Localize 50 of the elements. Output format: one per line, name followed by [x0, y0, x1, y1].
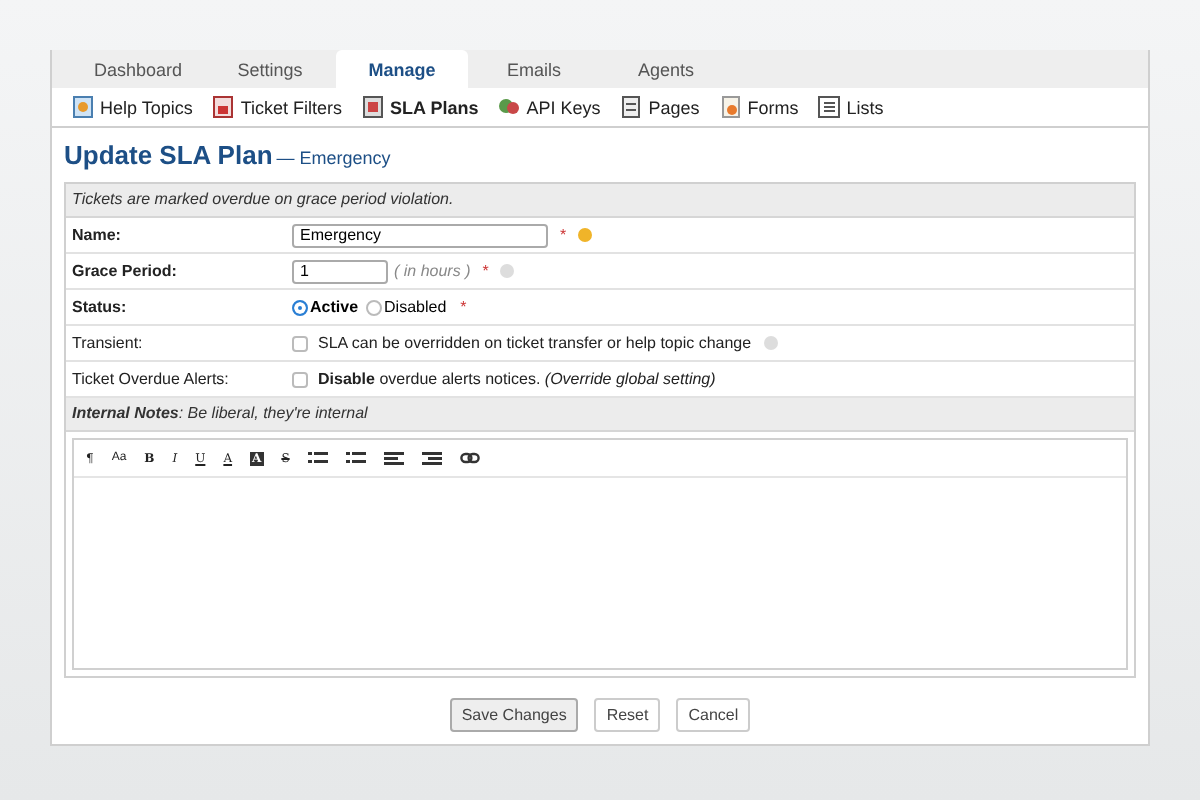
nav-tab[interactable]: Settings	[204, 50, 336, 88]
nav-tab[interactable]: Agents	[600, 50, 732, 88]
form-button[interactable]: Save Changes	[449, 698, 579, 732]
subnav-link[interactable]: API Keys	[498, 96, 601, 118]
unit-hint: ( in hours )	[394, 262, 471, 280]
required-asterisk: *	[460, 298, 467, 316]
help-page-icon	[72, 96, 94, 118]
subnav-link[interactable]: Forms	[719, 96, 799, 118]
required-asterisk: *	[560, 226, 567, 244]
key-icon	[498, 96, 521, 118]
bullet-list-icon[interactable]	[307, 450, 328, 466]
form-header: Tickets are marked overdue on grace period violation.	[66, 184, 1134, 218]
link-icon[interactable]	[459, 450, 480, 466]
checkbox[interactable]	[292, 335, 308, 351]
notes-header: Internal Notes: Be liberal, they're internal	[66, 398, 1134, 432]
page-icon	[620, 96, 643, 118]
grace-period-field[interactable]: 1	[292, 259, 388, 283]
subnav-link[interactable]: Lists	[818, 96, 884, 118]
nav-tab[interactable]: Manage	[336, 50, 468, 88]
indent-icon[interactable]	[421, 450, 442, 466]
radio-button[interactable]	[292, 299, 308, 315]
subnav-link[interactable]: Help Topics	[72, 96, 193, 118]
field-label: Grace Period:	[70, 262, 179, 280]
list-icon	[818, 96, 841, 118]
document-icon	[362, 96, 385, 118]
radio-label: Disabled	[384, 298, 447, 316]
numbered-list-icon[interactable]	[345, 450, 366, 466]
checkbox-label: Disable overdue alerts notices. (Override global setting)	[318, 370, 716, 388]
nav-tab[interactable]: Emails	[468, 50, 600, 88]
align-icon[interactable]	[383, 450, 404, 466]
field-label: Name:	[70, 226, 123, 244]
form-page-icon	[719, 96, 742, 118]
checkbox[interactable]	[292, 371, 308, 387]
checkbox-label: SLA can be overridden on ticket transfer or help topic change	[318, 334, 752, 352]
filter-page-icon	[212, 96, 235, 118]
radio-button[interactable]	[366, 299, 383, 315]
subnav-link[interactable]: Pages	[620, 96, 700, 118]
form-button[interactable]: Reset	[594, 698, 661, 732]
name-field[interactable]: Emergency	[292, 223, 548, 247]
subnav-link[interactable]: Ticket Filters	[212, 96, 343, 118]
form-button[interactable]: Cancel	[676, 698, 751, 732]
radio-label: Active	[310, 298, 359, 316]
page-title: Update SLA Plan	[64, 140, 273, 170]
field-label: Transient:	[70, 334, 145, 352]
page-subtitle: — Emergency	[276, 148, 391, 168]
required-asterisk: *	[482, 262, 489, 280]
field-label: Ticket Overdue Alerts:	[70, 370, 231, 388]
field-label: Status:	[70, 298, 129, 316]
nav-tab[interactable]: Dashboard	[72, 50, 204, 88]
subnav-link[interactable]: SLA Plans	[362, 96, 479, 118]
